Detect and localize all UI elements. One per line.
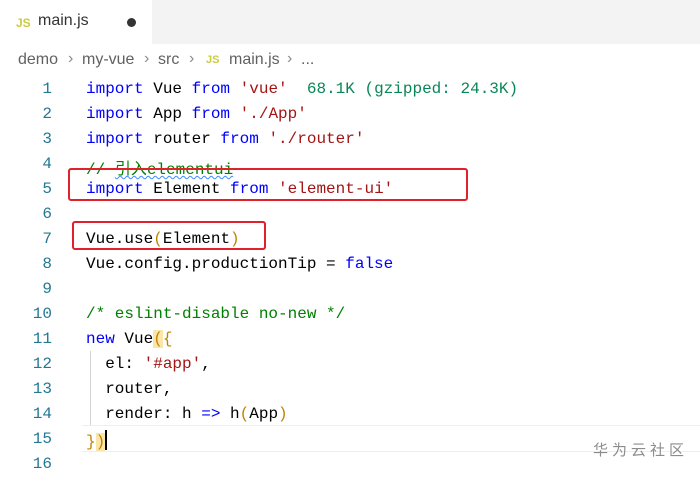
line-number: 12 <box>32 355 52 373</box>
line-number: 6 <box>42 205 52 223</box>
line-number: 8 <box>42 255 52 273</box>
line-number: 9 <box>42 280 52 298</box>
text-cursor <box>105 430 108 450</box>
line-number: 5 <box>42 180 52 198</box>
chevron-right-icon: › <box>68 50 74 67</box>
line-number: 7 <box>42 230 52 248</box>
tab-title: main.js <box>38 12 89 29</box>
tab-main-js[interactable]: JS main.js <box>0 0 152 44</box>
line-number: 15 <box>32 430 52 448</box>
chevron-right-icon: › <box>189 50 195 67</box>
line-number: 16 <box>32 455 52 473</box>
bracket-match-highlight: ) <box>95 433 106 451</box>
breadcrumb: demo › my-vue › src › JS main.js › ... <box>0 44 700 76</box>
watermark-logo: 华为云社区 <box>592 441 688 459</box>
bracket-match-highlight: ( <box>153 330 163 348</box>
breadcrumb-item-file[interactable]: main.js <box>229 51 280 69</box>
breadcrumb-item-demo[interactable]: demo <box>18 51 58 69</box>
code-line-11: new Vue({ <box>86 330 173 348</box>
breadcrumb-item-symbols[interactable]: ... <box>301 51 314 69</box>
tab-bar: JS main.js <box>0 0 700 44</box>
import-cost-lens: 68.1K (gzipped: 24.3K) <box>306 80 519 98</box>
line-number: 1 <box>42 80 52 98</box>
line-number: 13 <box>32 380 52 398</box>
code-line-3: import router from './router' <box>86 130 365 148</box>
js-file-icon: JS <box>16 16 31 30</box>
code-line-8: Vue.config.productionTip = false <box>86 255 394 273</box>
line-number: 4 <box>42 155 52 173</box>
code-line-15: }) <box>86 430 108 451</box>
line-number: 2 <box>42 105 52 123</box>
code-line-10: /* eslint-disable no-new */ <box>86 305 346 323</box>
line-number: 14 <box>32 405 52 423</box>
code-editor[interactable]: 1 2 3 4 5 6 7 8 9 10 11 12 13 14 15 16 i… <box>0 76 700 477</box>
breadcrumb-item-my-vue[interactable]: my-vue <box>82 51 134 69</box>
code-line-1: import Vue from 'vue' 68.1K (gzipped: 24… <box>86 80 519 98</box>
line-number: 11 <box>32 330 52 348</box>
line-number: 3 <box>42 130 52 148</box>
chevron-right-icon: › <box>287 50 293 67</box>
code-line-2: import App from './App' <box>86 105 307 123</box>
code-line-13: router, <box>105 380 173 398</box>
code-line-14: render: h => h(App) <box>105 405 288 423</box>
code-line-12: el: '#app', <box>105 355 211 373</box>
chevron-right-icon: › <box>144 50 150 67</box>
js-file-icon: JS <box>206 54 220 66</box>
highlight-box-vue-use <box>72 221 266 250</box>
line-number: 10 <box>32 305 52 323</box>
breadcrumb-item-src[interactable]: src <box>158 51 179 69</box>
highlight-box-import-element <box>68 168 468 201</box>
unsaved-dot-icon[interactable] <box>127 18 136 27</box>
